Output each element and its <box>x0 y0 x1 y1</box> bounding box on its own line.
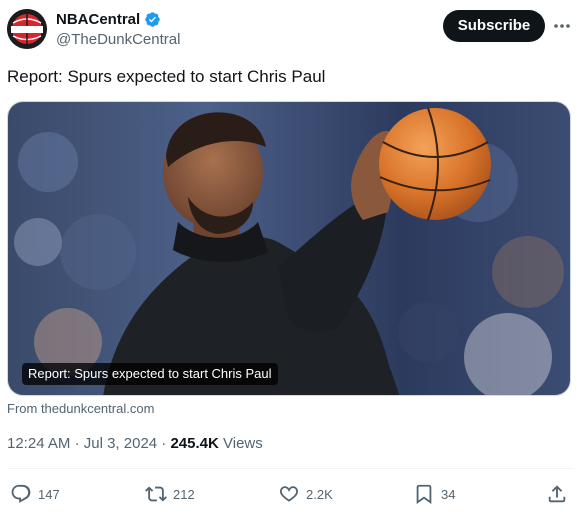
like-button[interactable]: 2.2K <box>278 482 333 506</box>
share-icon <box>546 483 568 505</box>
tweet-media[interactable]: Report: Spurs expected to start Chris Pa… <box>7 101 571 396</box>
divider <box>7 468 573 469</box>
subscribe-button[interactable]: Subscribe <box>443 10 545 42</box>
reply-count: 147 <box>38 486 60 502</box>
views-label: Views <box>223 435 263 452</box>
views-count: 245.4K <box>170 435 219 452</box>
share-button[interactable] <box>546 482 568 506</box>
repost-button[interactable]: 212 <box>145 482 195 506</box>
tweet-time[interactable]: 12:24 AM <box>7 435 70 452</box>
tweet-meta: 12:24 AM · Jul 3, 2024 · 245.4K Views <box>7 434 263 454</box>
repost-count: 212 <box>173 486 195 502</box>
display-name[interactable]: NBACentral <box>56 10 140 29</box>
verified-badge-icon <box>144 11 161 28</box>
tweet-date[interactable]: Jul 3, 2024 <box>84 435 157 452</box>
media-caption: Report: Spurs expected to start Chris Pa… <box>22 363 278 385</box>
reply-button[interactable]: 147 <box>10 482 60 506</box>
nbacentral-logo <box>7 9 47 49</box>
bookmark-count: 34 <box>441 486 456 502</box>
bookmark-button[interactable]: 34 <box>413 482 455 506</box>
heart-icon <box>278 483 300 505</box>
repost-icon <box>145 483 167 505</box>
tweet-text: Report: Spurs expected to start Chris Pa… <box>7 67 326 86</box>
meta-separator: · <box>74 435 80 452</box>
author-names: NBACentral @TheDunkCentral <box>56 10 180 50</box>
action-bar: 147 212 2.2K 34 <box>0 480 583 508</box>
source-link[interactable]: From thedunkcentral.com <box>7 401 154 417</box>
reply-icon <box>10 483 32 505</box>
bookmark-icon <box>413 483 435 505</box>
avatar[interactable] <box>7 9 47 49</box>
more-dots-icon[interactable] <box>551 16 573 36</box>
meta-separator-2: · <box>161 435 167 452</box>
handle[interactable]: @TheDunkCentral <box>56 30 180 50</box>
display-name-row[interactable]: NBACentral <box>56 10 180 29</box>
tweet-card: NBACentral @TheDunkCentral Subscribe Rep… <box>0 0 583 520</box>
player-shooting-photo <box>8 102 570 395</box>
like-count: 2.2K <box>306 486 333 502</box>
